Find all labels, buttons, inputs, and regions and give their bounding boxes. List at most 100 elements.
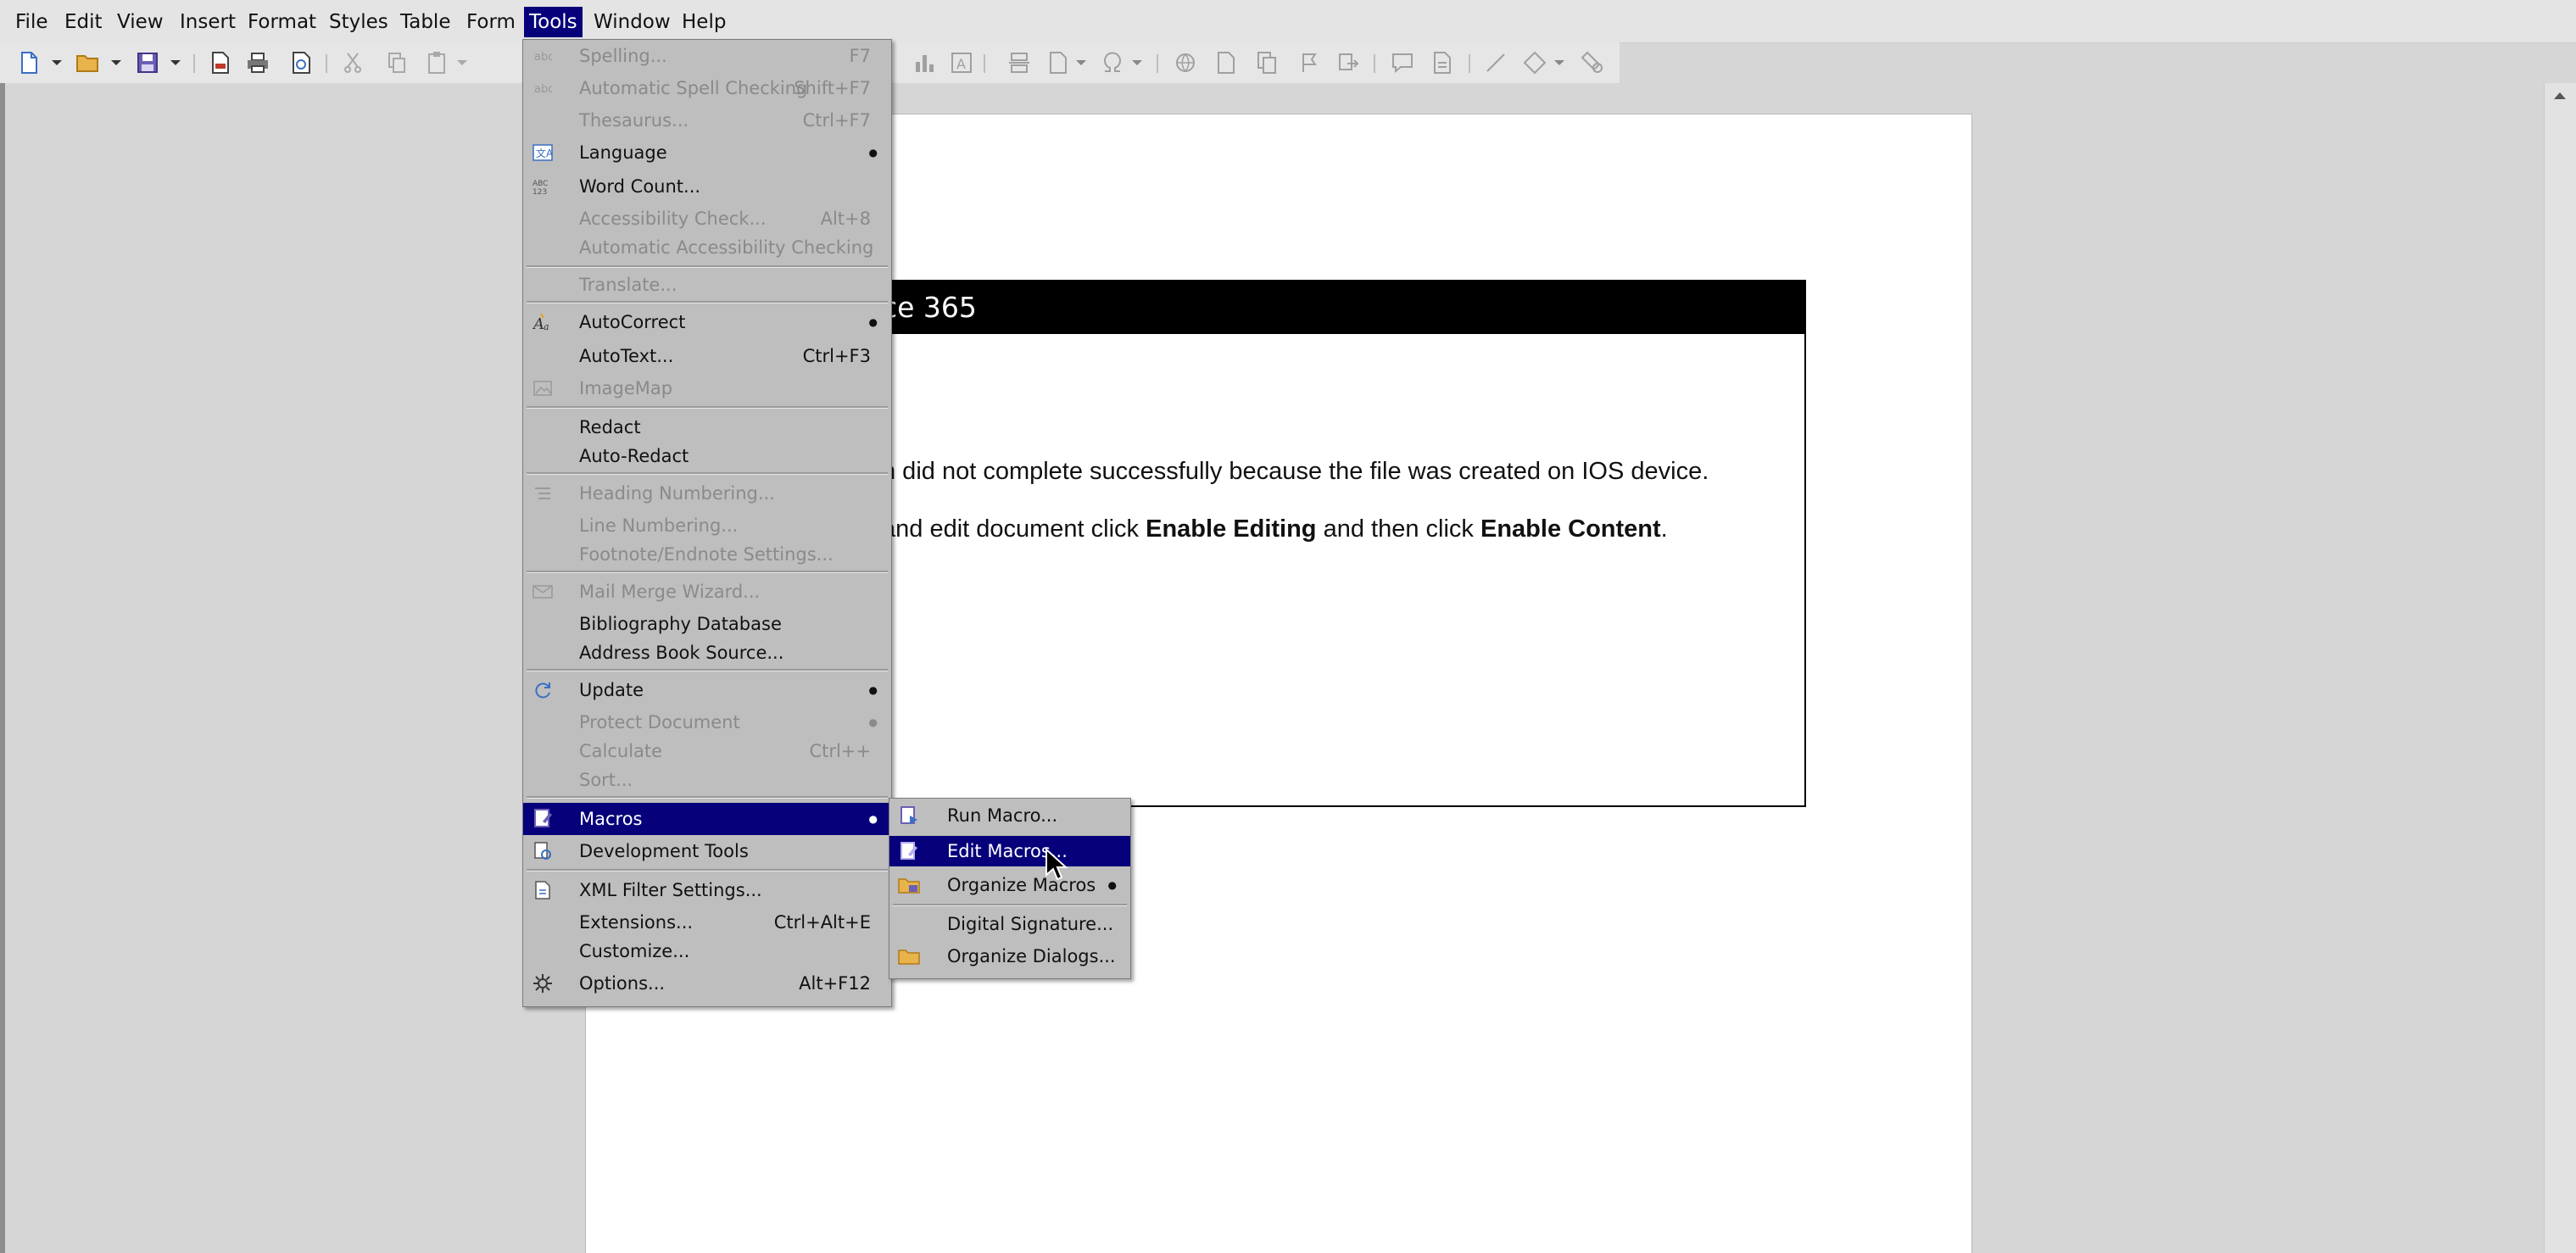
menu-item-update[interactable]: Update ● [523, 676, 891, 704]
new-document-icon[interactable] [15, 49, 42, 76]
page-break-icon [1006, 49, 1033, 76]
menu-item-shortcut: Ctrl+Alt+E [773, 912, 871, 933]
enable-editing-text: Enable Editing [1146, 515, 1317, 543]
tools-menu: abc Spelling... F7 abc Automatic Spell C… [522, 39, 892, 1007]
menu-edit[interactable]: Edit [59, 7, 108, 37]
menu-item-autotext[interactable]: AutoText... Ctrl+F3 [523, 342, 891, 370]
menu-styles[interactable]: Styles [324, 7, 393, 37]
menu-view[interactable]: View [112, 7, 169, 37]
draw-functions-icon [1579, 49, 1606, 76]
svg-text:文A: 文A [536, 147, 553, 159]
menu-form[interactable]: Form [461, 7, 521, 37]
menu-item-label: Automatic Accessibility Checking [579, 237, 874, 258]
menu-item-bibliography-database[interactable]: Bibliography Database [523, 610, 891, 638]
submenu-item-run-macro[interactable]: Run Macro... [889, 800, 1130, 831]
menu-item-label: Translate... [579, 275, 677, 295]
submenu-item-organize-macros[interactable]: Organize Macros ● [889, 870, 1130, 900]
menu-tools[interactable]: Tools [524, 7, 583, 37]
scroll-up-arrow-icon[interactable] [2552, 88, 2568, 103]
cross-reference-icon [1335, 49, 1362, 76]
notice-title: ce 365 [882, 291, 977, 324]
toolbar-separator [193, 54, 195, 73]
menu-separator [893, 904, 1127, 906]
notice-line-1: n did not complete successfully because … [882, 458, 1709, 485]
menu-item-label: Accessibility Check... [579, 209, 767, 229]
menu-window[interactable]: Window [588, 7, 676, 37]
vertical-scrollbar[interactable] [2544, 83, 2576, 1253]
menu-item-redact[interactable]: Redact [523, 413, 891, 442]
menu-item-auto-redact[interactable]: Auto-Redact [523, 442, 891, 471]
toolbar-separator [1374, 54, 1375, 73]
menu-item-label: Word Count... [579, 176, 701, 197]
print-preview-icon[interactable] [288, 49, 315, 76]
save-icon[interactable] [134, 49, 161, 76]
svg-text:ABC: ABC [532, 180, 548, 188]
workspace-left-edge [0, 83, 5, 1253]
macros-submenu: Run Macro... Edit Macros... Organize Mac… [889, 798, 1131, 979]
menu-table[interactable]: Table [395, 7, 455, 37]
menu-insert[interactable]: Insert [175, 7, 241, 37]
menu-item-automatic-spell-checking: abc Automatic Spell Checking Shift+F7 [523, 74, 891, 103]
menu-item-heading-numbering: Heading Numbering... [523, 479, 891, 508]
field-dropdown-icon [1072, 49, 1090, 76]
run-macro-icon [898, 805, 920, 827]
submenu-arrow-icon: ● [868, 813, 878, 825]
menu-item-autocorrect[interactable]: Aa AutoCorrect ● [523, 308, 891, 337]
menu-item-word-count[interactable]: ABC 123 Word Count... [523, 172, 891, 201]
menu-item-label: XML Filter Settings... [579, 880, 762, 900]
menu-item-shortcut: Alt+8 [820, 209, 871, 229]
toolbar-separator [326, 54, 327, 73]
submenu-arrow-icon: ● [868, 716, 878, 728]
notice-header: ce 365 [739, 281, 1804, 334]
submenu-item-label: Organize Dialogs... [947, 946, 1116, 966]
menu-separator [527, 869, 888, 872]
menu-file[interactable]: File [10, 7, 53, 37]
menu-item-customize[interactable]: Customize... [523, 937, 891, 966]
export-pdf-icon[interactable] [207, 49, 234, 76]
menu-item-development-tools[interactable]: Development Tools [523, 837, 891, 866]
field-icon [1045, 49, 1072, 76]
submenu-item-organize-dialogs[interactable]: Organize Dialogs... [889, 941, 1130, 972]
menu-help[interactable]: Help [677, 7, 731, 37]
menu-item-spelling: abc Spelling... F7 [523, 42, 891, 70]
imagemap-icon [532, 377, 554, 399]
chart-icon [911, 49, 938, 76]
menu-item-extensions[interactable]: Extensions... Ctrl+Alt+E [523, 908, 891, 937]
menu-item-label: Line Numbering... [579, 515, 739, 536]
open-dropdown-icon[interactable] [107, 49, 125, 76]
menu-separator [527, 669, 888, 671]
menu-item-label: Extensions... [579, 912, 694, 933]
menu-item-address-book-source[interactable]: Address Book Source... [523, 638, 891, 667]
menu-item-language[interactable]: 文A Language ● [523, 138, 891, 167]
auto-spell-icon: abc [532, 77, 554, 99]
development-tools-icon [532, 840, 554, 862]
copy-icon [383, 49, 410, 76]
menu-item-label: Update [579, 680, 644, 700]
menu-item-shortcut: F7 [849, 46, 871, 66]
menu-item-mail-merge-wizard: Mail Merge Wizard... [523, 577, 891, 606]
print-icon[interactable] [244, 49, 271, 76]
word-count-icon: ABC 123 [532, 175, 554, 198]
menu-item-macros[interactable]: Macros ● [523, 803, 891, 835]
submenu-item-edit-macros[interactable]: Edit Macros... [889, 836, 1130, 866]
menu-format[interactable]: Format [243, 7, 321, 37]
menu-item-label: Macros [579, 809, 643, 829]
open-folder-icon[interactable] [75, 49, 102, 76]
notice-line-2-pre: and edit document click [882, 515, 1146, 543]
save-dropdown-icon[interactable] [166, 49, 185, 76]
menu-item-label: Thesaurus... [579, 110, 689, 131]
new-dropdown-icon[interactable] [47, 49, 66, 76]
footnote-icon [1213, 49, 1240, 76]
organize-dialogs-folder-icon [898, 945, 920, 967]
menu-item-label: Development Tools [579, 841, 749, 861]
menu-item-label: Language [579, 142, 667, 163]
menu-item-label: Redact [579, 417, 641, 437]
menu-separator [527, 301, 888, 304]
menu-item-label: Protect Document [579, 712, 740, 732]
menu-item-xml-filter-settings[interactable]: XML Filter Settings... [523, 876, 891, 905]
menu-item-options[interactable]: Options... Alt+F12 [523, 969, 891, 998]
language-icon: 文A [532, 142, 554, 164]
svg-text:a: a [544, 321, 549, 332]
mail-merge-icon [532, 581, 554, 603]
submenu-item-digital-signature[interactable]: Digital Signature... [889, 909, 1130, 939]
